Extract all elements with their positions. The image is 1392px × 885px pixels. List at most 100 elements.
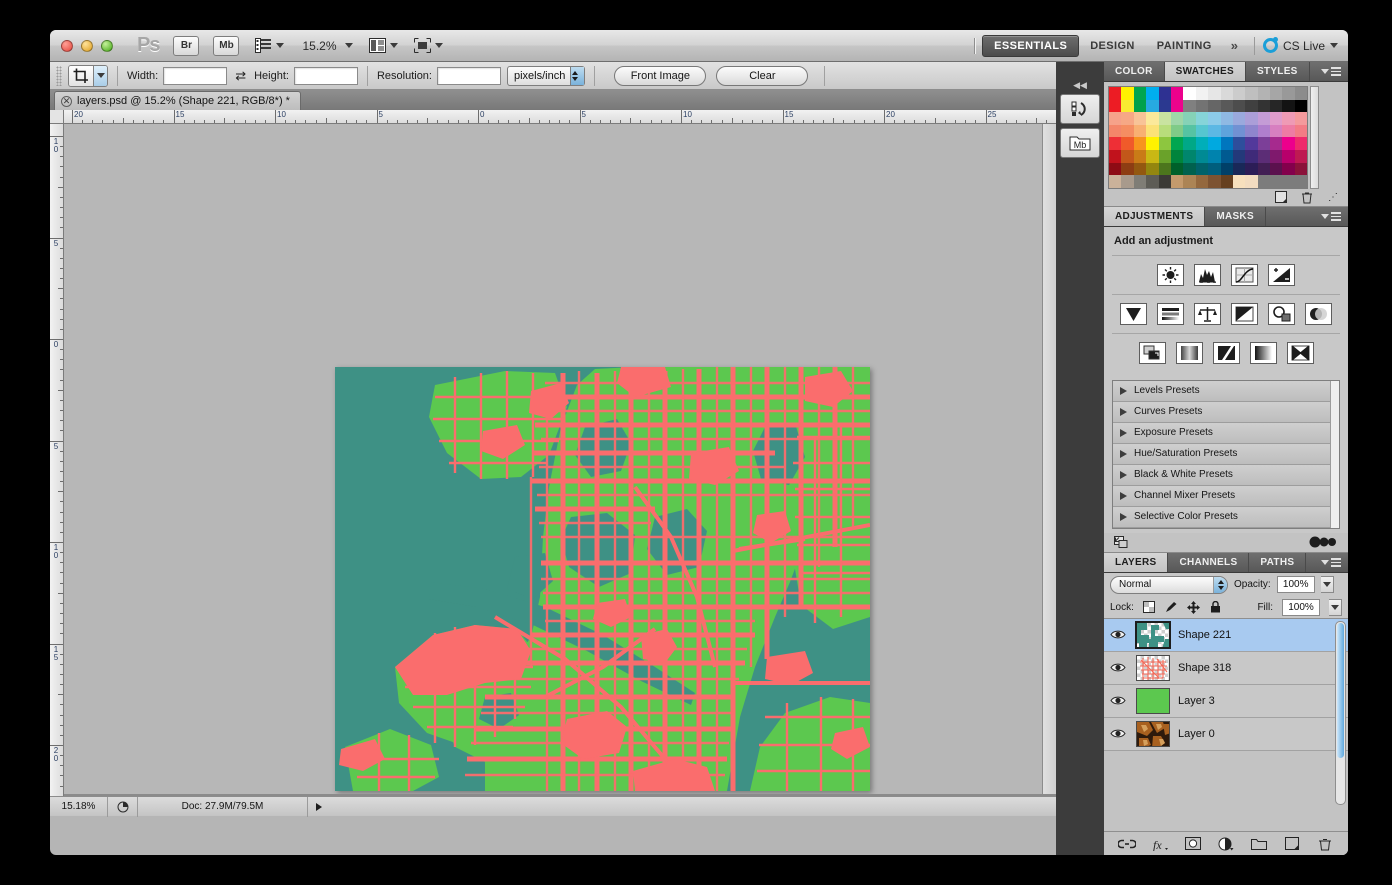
color-swatch[interactable]: [1208, 162, 1221, 176]
preset-row[interactable]: Levels Presets: [1113, 380, 1330, 402]
document-tab[interactable]: ✕ layers.psd @ 15.2% (Shape 221, RGB/8*)…: [54, 91, 301, 110]
tab-layers[interactable]: LAYERS: [1104, 552, 1169, 572]
preset-row[interactable]: Hue/Saturation Presets: [1113, 443, 1330, 465]
curves-icon[interactable]: [1231, 263, 1258, 286]
link-layers-icon[interactable]: [1117, 836, 1137, 852]
color-swatch[interactable]: [1282, 137, 1295, 150]
swatches-resize-grip[interactable]: ⋰: [1326, 190, 1340, 204]
color-swatch[interactable]: [1245, 124, 1258, 138]
blend-mode-select[interactable]: Normal: [1110, 575, 1228, 594]
layer-name[interactable]: Layer 3: [1178, 695, 1215, 707]
color-swatch[interactable]: [1158, 124, 1171, 138]
color-swatch[interactable]: [1133, 87, 1147, 100]
minimize-window-button[interactable]: [81, 39, 93, 52]
color-swatch[interactable]: [1170, 124, 1184, 138]
color-swatch[interactable]: [1121, 112, 1134, 125]
layer-thumbnail[interactable]: [1136, 687, 1170, 714]
color-swatch[interactable]: [1170, 175, 1184, 188]
color-swatch[interactable]: [1208, 124, 1221, 138]
color-swatch[interactable]: [1146, 175, 1159, 188]
color-swatch[interactable]: [1146, 162, 1159, 176]
cs-live-menu[interactable]: CS Live: [1262, 37, 1338, 53]
color-swatch[interactable]: [1245, 149, 1258, 163]
color-swatch[interactable]: [1257, 124, 1271, 138]
status-expand-icon[interactable]: [308, 797, 330, 817]
tab-color[interactable]: COLOR: [1104, 62, 1165, 81]
adjustments-panel-menu-icon[interactable]: [1314, 207, 1348, 226]
preset-row[interactable]: Channel Mixer Presets: [1113, 485, 1330, 507]
color-swatch[interactable]: [1232, 175, 1246, 188]
resolution-unit-stepper[interactable]: [570, 66, 585, 85]
vibrance-icon[interactable]: [1120, 302, 1147, 325]
layer-row[interactable]: Layer 0: [1104, 717, 1348, 751]
color-swatch[interactable]: [1220, 99, 1233, 113]
disclosure-triangle-icon[interactable]: [1120, 470, 1127, 479]
layer-thumbnail[interactable]: [1136, 654, 1170, 681]
disclosure-triangle-icon[interactable]: [1120, 407, 1127, 416]
color-swatch[interactable]: [1208, 112, 1221, 125]
color-swatch[interactable]: [1170, 137, 1184, 150]
layer-visibility-icon[interactable]: [1108, 695, 1128, 706]
color-swatch[interactable]: [1133, 137, 1147, 150]
opacity-chevron-down-icon[interactable]: [1320, 576, 1334, 594]
color-panel-menu-icon[interactable]: [1314, 62, 1348, 81]
color-swatch[interactable]: [1195, 162, 1209, 176]
color-balance-icon[interactable]: [1194, 302, 1221, 325]
color-swatch[interactable]: [1170, 87, 1184, 100]
preset-row[interactable]: Curves Presets: [1113, 401, 1330, 423]
color-swatch[interactable]: [1294, 149, 1308, 163]
color-swatch[interactable]: [1282, 99, 1295, 113]
color-swatch[interactable]: [1232, 149, 1246, 163]
color-swatch[interactable]: [1245, 87, 1258, 100]
screen-mode-menu[interactable]: [413, 38, 443, 53]
disclosure-triangle-icon[interactable]: [1120, 491, 1127, 500]
current-tool-preset-picker[interactable]: [68, 64, 108, 87]
color-swatch[interactable]: [1109, 112, 1122, 125]
color-swatch[interactable]: [1158, 149, 1171, 163]
color-swatch[interactable]: [1257, 149, 1271, 163]
workspace-design[interactable]: DESIGN: [1079, 36, 1146, 56]
color-swatch[interactable]: [1109, 175, 1122, 188]
layer-name[interactable]: Shape 318: [1178, 662, 1231, 674]
invert-icon[interactable]: [1138, 341, 1166, 364]
color-swatch[interactable]: [1183, 175, 1196, 188]
fill-value[interactable]: 100%: [1282, 598, 1320, 616]
color-swatch[interactable]: [1158, 87, 1171, 100]
opacity-value[interactable]: 100%: [1276, 576, 1315, 594]
canvas-vertical-scrollbar[interactable]: [1042, 124, 1056, 794]
color-swatch[interactable]: [1133, 124, 1147, 138]
tab-masks[interactable]: MASKS: [1205, 206, 1266, 226]
hue-saturation-icon[interactable]: [1157, 302, 1184, 325]
color-swatch[interactable]: [1220, 137, 1233, 150]
color-swatch[interactable]: [1133, 112, 1147, 125]
color-swatch[interactable]: [1220, 112, 1233, 125]
color-swatch[interactable]: [1282, 87, 1295, 100]
horizontal-ruler[interactable]: 201510505101520253035404550556065: [64, 110, 1056, 124]
zoom-level-display[interactable]: 15.2%: [302, 39, 336, 53]
color-swatch[interactable]: [1183, 87, 1196, 100]
delete-swatch-icon[interactable]: [1300, 190, 1314, 204]
tab-styles[interactable]: STYLES: [1246, 62, 1310, 81]
color-swatch[interactable]: [1245, 175, 1258, 188]
swatches-scrollbar[interactable]: [1310, 86, 1320, 189]
color-swatch[interactable]: [1220, 162, 1233, 176]
selective-color-icon[interactable]: [1286, 341, 1314, 364]
color-swatch[interactable]: [1133, 149, 1147, 163]
color-swatch[interactable]: [1270, 99, 1283, 113]
color-swatch[interactable]: [1121, 149, 1134, 163]
layer-visibility-icon[interactable]: [1108, 728, 1128, 739]
color-swatch[interactable]: [1294, 162, 1308, 176]
posterize-icon[interactable]: [1175, 341, 1203, 364]
color-swatch[interactable]: [1220, 124, 1233, 138]
clip-preview-reset-icon[interactable]: [1308, 535, 1338, 549]
color-swatch[interactable]: [1195, 137, 1209, 150]
color-swatch[interactable]: [1245, 137, 1258, 150]
status-zoom-field[interactable]: 15.18%: [50, 796, 108, 817]
color-swatch[interactable]: [1121, 99, 1134, 113]
options-bar-grip[interactable]: [56, 65, 62, 86]
color-swatch[interactable]: [1245, 162, 1258, 176]
color-swatch[interactable]: [1146, 112, 1159, 125]
color-swatch[interactable]: [1294, 124, 1308, 138]
color-swatch[interactable]: [1282, 124, 1295, 138]
swap-width-height-icon[interactable]: ⇄: [235, 68, 246, 84]
